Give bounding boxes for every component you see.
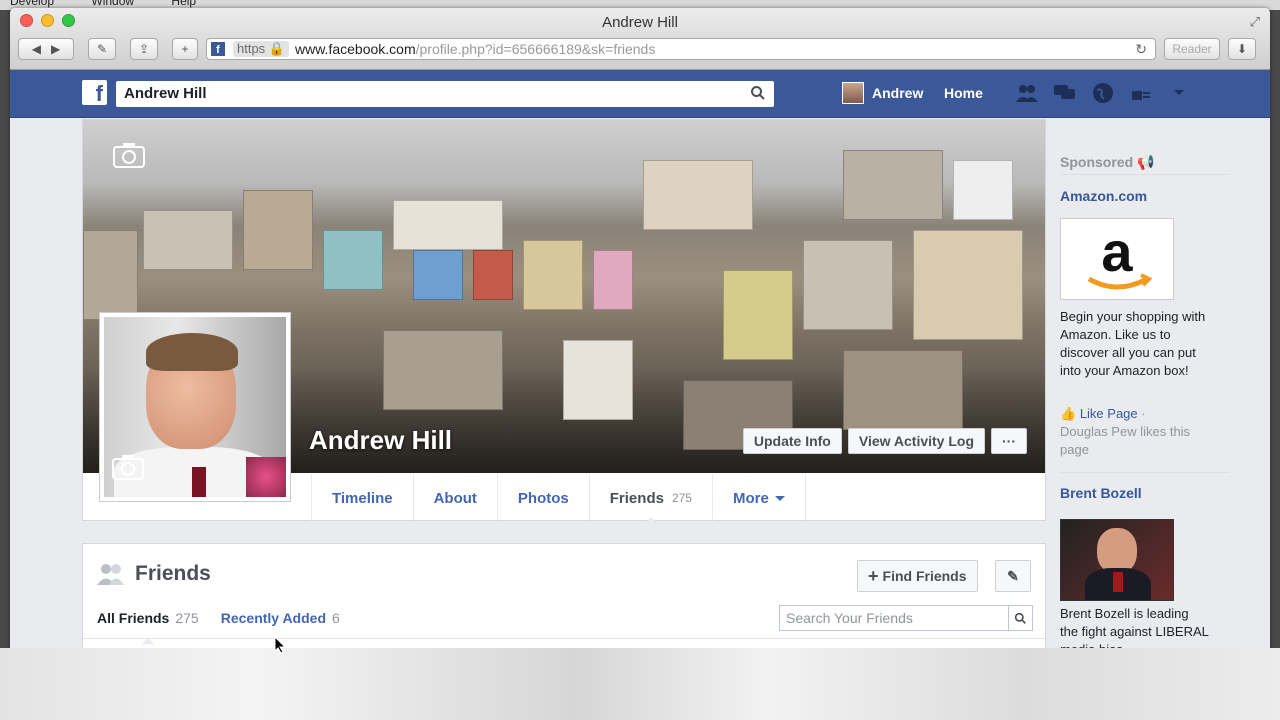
facebook-logo-icon[interactable]: f xyxy=(82,80,107,105)
chevron-down-icon xyxy=(774,495,785,506)
video-overlay-blur xyxy=(0,648,1280,720)
downloads-button[interactable]: ⬇ xyxy=(1228,38,1256,60)
view-activity-log-button[interactable]: View Activity Log xyxy=(847,428,985,454)
nav-profile-link[interactable]: Andrew xyxy=(842,82,923,104)
thumbs-up-icon: 👍 xyxy=(1060,406,1077,421)
nav-user-name: Andrew xyxy=(872,85,924,101)
menu-develop[interactable]: Develop xyxy=(10,0,54,8)
tab-timeline[interactable]: Timeline xyxy=(311,474,413,522)
reader-button[interactable]: Reader xyxy=(1164,38,1220,60)
back-forward-buttons[interactable]: ◀ ▶ xyxy=(18,38,74,60)
divider xyxy=(83,638,1045,639)
menu-window[interactable]: Window xyxy=(91,0,134,8)
change-cover-camera-icon[interactable] xyxy=(113,142,145,173)
browser-toolbar: ◀ ▶ ✎ ⇪ + f https 🔒 www.facebook.com/pro… xyxy=(10,38,1270,64)
facebook-favicon-icon: f xyxy=(211,42,225,56)
notification-jewels xyxy=(1015,82,1191,104)
subtab-all-friends[interactable]: All Friends 275 xyxy=(97,610,199,644)
divider xyxy=(1060,472,1230,473)
download-icon: ⬇ xyxy=(1236,42,1248,56)
svg-text:a: a xyxy=(1101,220,1133,283)
ad-title-amazon[interactable]: Amazon.com xyxy=(1060,187,1147,205)
url-path: /profile.php?id=656666189&sk=friends xyxy=(415,41,656,57)
mouse-cursor-icon xyxy=(274,635,287,659)
new-tab-button[interactable]: + xyxy=(172,38,198,60)
pencil-icon: ✎ xyxy=(96,42,108,56)
account-chevron-down-icon[interactable] xyxy=(1167,82,1191,104)
tab-friends[interactable]: Friends 275 xyxy=(588,474,712,523)
ad-title-brent-bozell[interactable]: Brent Bozell xyxy=(1060,484,1142,502)
menu-help[interactable]: Help xyxy=(171,0,196,8)
ad-image-brent-bozell[interactable] xyxy=(1060,519,1174,601)
fullscreen-icon[interactable]: ⤢ xyxy=(1250,14,1260,30)
find-friends-button[interactable]: + Find Friends xyxy=(857,560,978,592)
ad-text-amazon: Begin your shopping with Amazon. Like us… xyxy=(1060,309,1206,378)
profile-tabs: Timeline About Photos Friends 275 More xyxy=(311,474,806,523)
cover-action-buttons: Update Info View Activity Log ··· xyxy=(742,428,1027,454)
tab-about[interactable]: About xyxy=(412,474,497,522)
share-button[interactable]: ⇪ xyxy=(130,38,158,60)
plus-icon: + xyxy=(181,42,189,56)
amazon-logo-icon: a xyxy=(1087,220,1153,290)
facebook-search-input[interactable]: Andrew Hill xyxy=(116,81,774,107)
address-bar[interactable]: f https 🔒 www.facebook.com/profile.php?i… xyxy=(206,38,1156,60)
profile-name[interactable]: Andrew Hill xyxy=(309,425,452,456)
friends-icon xyxy=(97,564,124,585)
divider xyxy=(1060,174,1230,175)
share-icon: ⇪ xyxy=(138,42,150,56)
edit-bookmarks-button[interactable]: ✎ xyxy=(88,38,116,60)
more-options-button[interactable]: ··· xyxy=(991,428,1027,454)
like-page-link[interactable]: 👍 Like Page · xyxy=(1060,405,1146,423)
search-friends-input[interactable]: Search Your Friends xyxy=(779,605,1033,631)
https-badge: https 🔒 xyxy=(233,41,289,57)
window-title: Andrew Hill xyxy=(602,14,678,31)
tab-photos[interactable]: Photos xyxy=(496,474,589,522)
messages-icon[interactable] xyxy=(1053,82,1077,104)
reload-icon[interactable]: ↻ xyxy=(1135,41,1147,58)
page-content: Andrew Hill Update Info View Activity Lo… xyxy=(10,119,1270,720)
change-profile-camera-icon[interactable] xyxy=(112,454,144,485)
facebook-bluebar: f Andrew Hill Andrew Home xyxy=(10,70,1270,118)
search-icon[interactable] xyxy=(1008,606,1032,630)
subtab-recently-added[interactable]: Recently Added 6 xyxy=(221,610,340,626)
update-info-button[interactable]: Update Info xyxy=(742,428,842,454)
plus-icon: + xyxy=(868,565,879,586)
friends-subtabs: All Friends 275 Recently Added 6 xyxy=(97,610,340,644)
nav-home-link[interactable]: Home xyxy=(944,85,983,101)
privacy-shortcuts-icon[interactable] xyxy=(1129,82,1153,104)
megaphone-icon: 📢 xyxy=(1137,154,1155,170)
notifications-globe-icon[interactable] xyxy=(1091,82,1115,104)
profile-cover-card: Andrew Hill Update Info View Activity Lo… xyxy=(82,119,1046,523)
search-icon[interactable] xyxy=(750,85,766,105)
back-arrow-icon[interactable]: ◀ xyxy=(32,42,41,56)
avatar xyxy=(842,82,864,104)
friends-count: 275 xyxy=(671,491,692,505)
edit-friends-button[interactable]: ✎ xyxy=(995,560,1031,592)
friend-requests-icon[interactable] xyxy=(1015,82,1039,104)
sponsored-heading[interactable]: Sponsored 📢 xyxy=(1060,153,1154,171)
pencil-icon: ✎ xyxy=(1007,567,1019,584)
ad-social-context: Douglas Pew likes this page xyxy=(1060,424,1191,457)
browser-window: Andrew Hill ⤢ ◀ ▶ ✎ ⇪ + f https 🔒 www.fa… xyxy=(10,8,1270,720)
friends-heading: Friends xyxy=(97,562,211,586)
profile-picture[interactable] xyxy=(99,312,291,502)
search-value: Andrew Hill xyxy=(124,85,207,102)
tab-more[interactable]: More xyxy=(711,474,806,522)
ad-image-amazon[interactable]: a xyxy=(1060,218,1174,300)
url-host: www.facebook.com xyxy=(295,41,416,57)
forward-arrow-icon[interactable]: ▶ xyxy=(51,42,60,56)
browser-titlebar: Andrew Hill ⤢ ◀ ▶ ✎ ⇪ + f https 🔒 www.fa… xyxy=(10,8,1270,70)
